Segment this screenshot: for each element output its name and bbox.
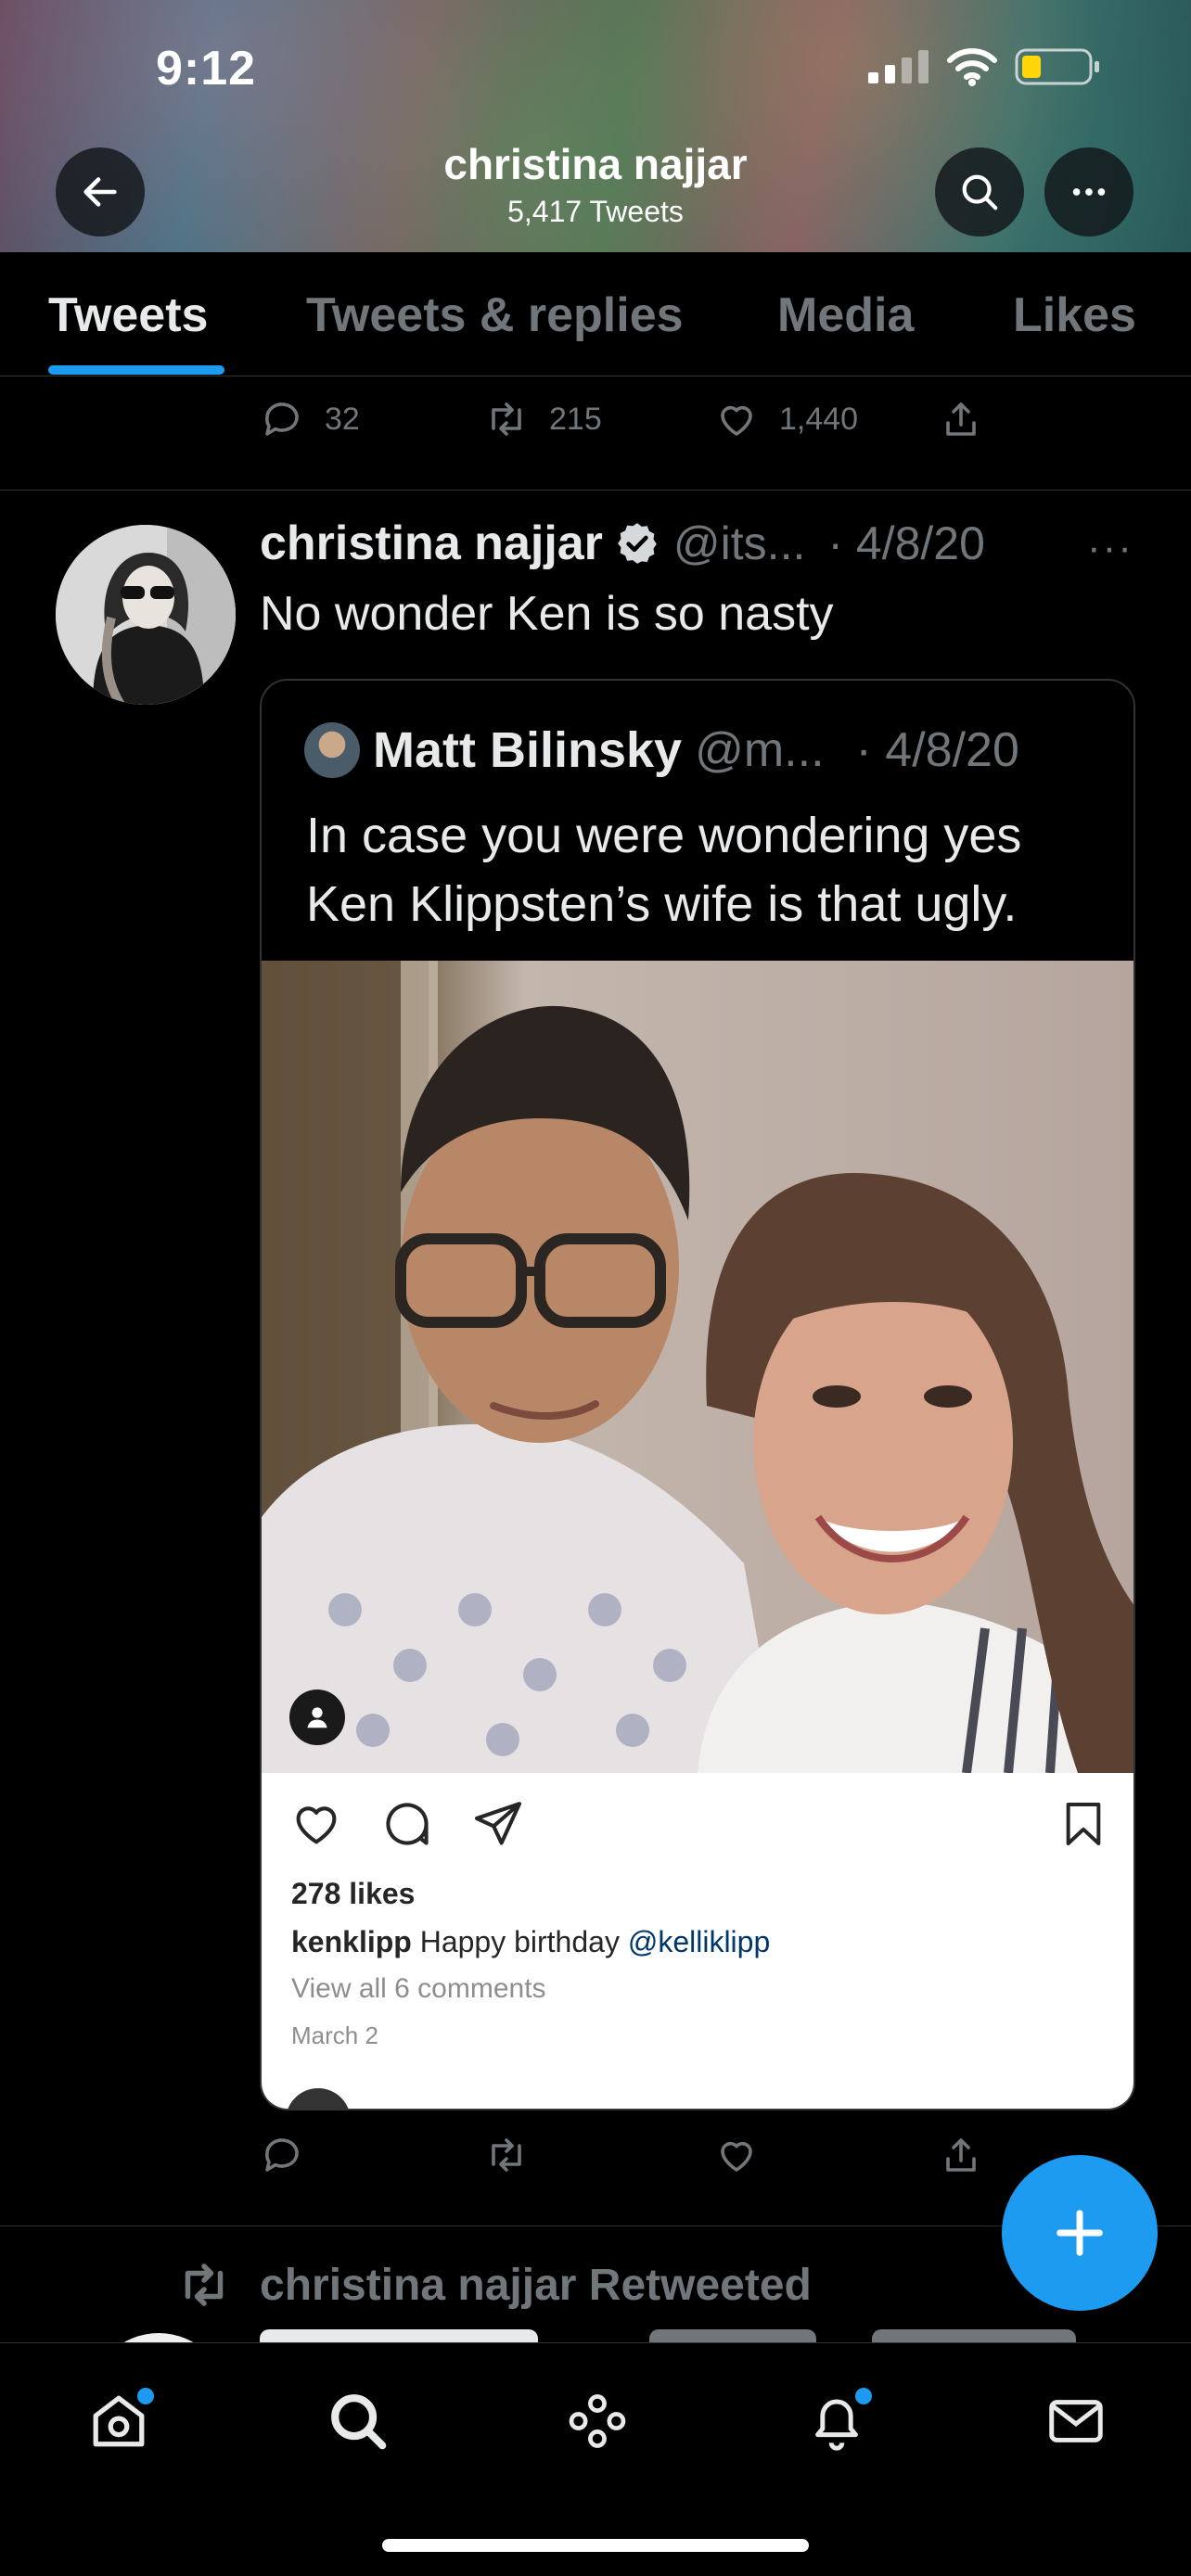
- search-icon: [331, 2394, 387, 2450]
- spaces-icon: [569, 2394, 626, 2448]
- tweet-actions: [260, 2133, 1002, 2198]
- nav-spaces[interactable]: [560, 2384, 634, 2458]
- instagram-username: kenklipp: [291, 1925, 412, 1958]
- quoted-tweet-header: Matt Bilinsky @m... · 4/8/20: [304, 721, 1019, 779]
- quoted-date: · 4/8/20: [855, 723, 1019, 777]
- reply-count: 32: [325, 401, 360, 437]
- retweet-button[interactable]: 215: [484, 397, 602, 441]
- retweet-button[interactable]: [484, 2133, 529, 2177]
- share-button[interactable]: [939, 2133, 983, 2177]
- quoted-tweet[interactable]: Matt Bilinsky @m... · 4/8/20 In case you…: [260, 679, 1135, 2111]
- comment-icon[interactable]: [380, 1797, 434, 1851]
- tab-tweets[interactable]: Tweets: [48, 287, 208, 343]
- retweet-count: 215: [549, 401, 602, 437]
- cellular-signal-icon: [868, 50, 929, 88]
- notifications-dot: [855, 2388, 872, 2404]
- tweet-header: christina najjar @its... · 4/8/20: [260, 516, 1150, 571]
- avatar[interactable]: [56, 525, 236, 705]
- search-button[interactable]: [935, 147, 1024, 236]
- tab-tweets-and-replies[interactable]: Tweets & replies: [306, 287, 684, 343]
- instagram-embed: 278 likes kenklipp Happy birthday @kelli…: [262, 1773, 1133, 2109]
- messages-icon: [1049, 2400, 1103, 2442]
- instagram-caption-text: Happy birthday: [419, 1925, 620, 1958]
- instagram-caption: kenklipp Happy birthday @kelliklipp: [291, 1925, 770, 1959]
- tab-likes[interactable]: Likes: [1013, 287, 1136, 343]
- plus-icon: [1057, 2210, 1103, 2256]
- nav-messages[interactable]: [1039, 2384, 1113, 2458]
- tab-media[interactable]: Media: [777, 287, 914, 343]
- like-button[interactable]: [714, 2133, 759, 2177]
- tweet-author-name[interactable]: christina najjar: [260, 516, 603, 571]
- retweeted-text[interactable]: christina najjar Retweeted: [260, 2260, 812, 2311]
- profile-tabs: Tweets Tweets & replies Media Likes: [0, 252, 1191, 376]
- share-button[interactable]: [939, 397, 983, 441]
- like-count: 1,440: [779, 401, 859, 437]
- home-notification-dot: [137, 2388, 154, 2404]
- share-icon: [946, 2138, 976, 2172]
- quoted-tweet-text: In case you were wondering yes Ken Klipp…: [306, 808, 1022, 932]
- heart-icon: [721, 405, 752, 436]
- share-icon: [946, 402, 976, 436]
- view-comments-link: View all 6 comments: [291, 1973, 546, 2004]
- bookmark-icon[interactable]: [1057, 1797, 1109, 1855]
- previous-tweet-actions: 32 215 1,440: [260, 397, 1002, 462]
- tweet-author-handle[interactable]: @its...: [673, 516, 805, 570]
- tweet-more-button[interactable]: ···: [1087, 525, 1133, 571]
- retweet-icon: [492, 402, 521, 436]
- send-icon[interactable]: [471, 1797, 525, 1851]
- instagram-actions: [289, 1797, 525, 1851]
- more-options-button[interactable]: [1044, 147, 1133, 236]
- home-indicator: [382, 2539, 809, 2552]
- wifi-icon: [946, 47, 998, 91]
- nav-search[interactable]: [321, 2384, 395, 2458]
- status-icons: [868, 46, 1102, 92]
- like-button[interactable]: 1,440: [714, 397, 858, 441]
- reply-icon: [265, 402, 299, 436]
- quoted-author-handle: @m...: [695, 723, 825, 777]
- tweet-divider: [0, 490, 1191, 491]
- quoted-avatar: [304, 722, 360, 778]
- verified-badge-icon: [618, 523, 657, 564]
- reply-button[interactable]: [260, 2133, 304, 2177]
- more-icon: [1072, 188, 1106, 196]
- instagram-post-date: March 2: [291, 2021, 378, 2049]
- heart-icon: [721, 2141, 752, 2172]
- nav-notifications[interactable]: [800, 2384, 874, 2458]
- search-icon: [962, 174, 998, 210]
- retweet-icon: [185, 2264, 224, 2306]
- heart-icon[interactable]: [289, 1797, 343, 1851]
- comment-avatar: [286, 2088, 351, 2109]
- retweeted-label: christina najjar Retweeted: [173, 2257, 812, 2313]
- reply-icon: [265, 2138, 299, 2172]
- tagged-user-icon[interactable]: [289, 1690, 345, 1745]
- tweet-date[interactable]: · 4/8/20: [827, 516, 985, 570]
- quoted-author-name: Matt Bilinsky: [373, 722, 683, 778]
- active-tab-indicator: [48, 365, 224, 375]
- tweet-text: No wonder Ken is so nasty: [260, 587, 834, 641]
- attached-photo[interactable]: [262, 961, 1133, 1773]
- instagram-mention: @kelliklipp: [627, 1925, 771, 1958]
- reply-button[interactable]: 32: [260, 397, 360, 441]
- nav-home[interactable]: [82, 2384, 156, 2458]
- status-time: 9:12: [156, 42, 257, 96]
- instagram-likes: 278 likes: [291, 1877, 416, 1910]
- compose-tweet-button[interactable]: [1002, 2155, 1158, 2311]
- profile-header: 9:12 christina najjar 5,417 Tweets: [0, 0, 1191, 252]
- retweet-icon: [492, 2138, 521, 2172]
- battery-icon: [1015, 46, 1102, 92]
